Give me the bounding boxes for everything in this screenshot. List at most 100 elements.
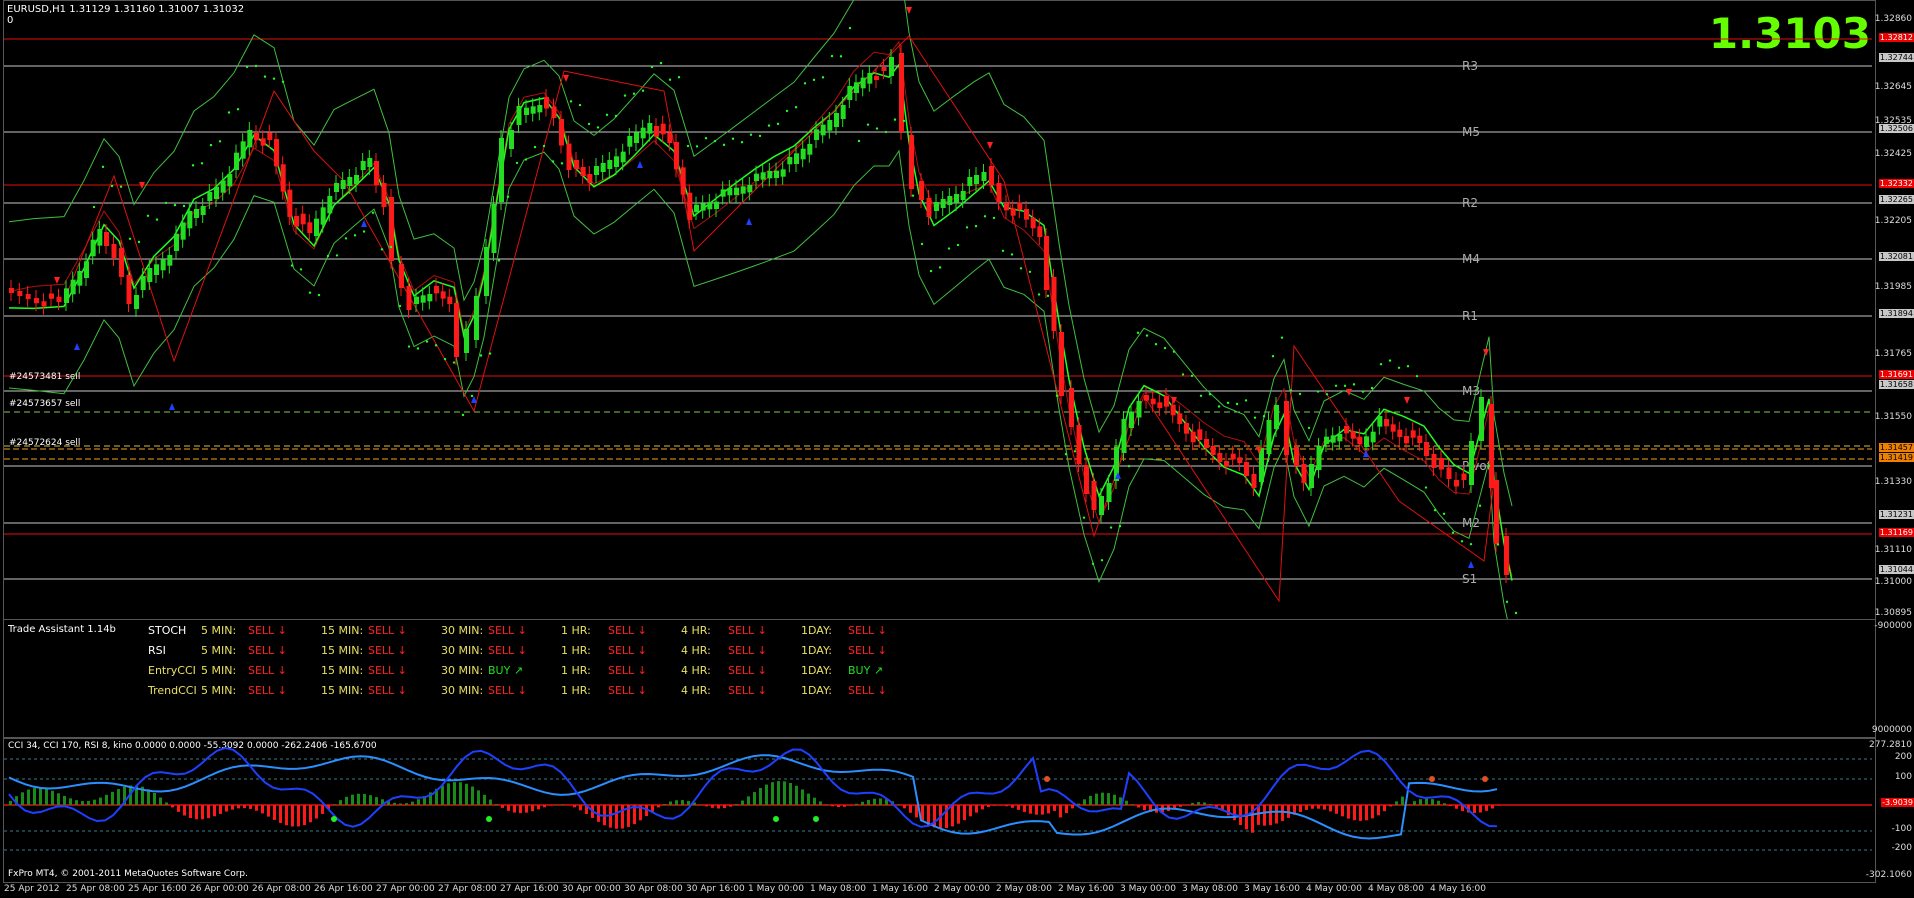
time-tick-label: 25 Apr 08:00 [66, 884, 125, 894]
ta-signal-sell: SELL ↓ [248, 684, 287, 697]
cci-histogram-bar [777, 781, 780, 805]
cci-histogram-bar [1353, 805, 1356, 821]
cci-histogram-bar [735, 804, 738, 805]
candle-body [1129, 411, 1134, 428]
candle-body [1424, 442, 1429, 456]
cci-histogram-bar [1281, 805, 1284, 821]
sar-dot [164, 201, 168, 205]
ta-signal-buy: BUY ↗ [488, 664, 524, 677]
candle-body [1479, 397, 1484, 441]
sar-dot [1478, 504, 1482, 507]
candle-body [981, 172, 987, 181]
cci-histogram-bar [537, 805, 540, 810]
sar-dot [1199, 394, 1203, 397]
cci-histogram-bar [987, 805, 990, 808]
price-tick-label: 1.31985 [1874, 282, 1912, 292]
sar-dot [1073, 450, 1077, 453]
candle-body [454, 303, 459, 357]
sar-dot [1028, 270, 1032, 274]
ta-timeframe-label: 1 HR: [561, 684, 591, 697]
price-level-marker: 1.32265 [1878, 195, 1914, 204]
cci-histogram-bar [975, 805, 978, 813]
candle-body [420, 295, 426, 303]
sar-dot [1433, 509, 1437, 512]
candle-body [1266, 420, 1272, 454]
ta-signal-sell: SELL ↓ [368, 644, 407, 657]
candle-body [294, 216, 299, 227]
candle-body [1204, 439, 1209, 448]
candle-body [334, 183, 339, 192]
cci-histogram-bar [1179, 805, 1182, 807]
ta-signal-sell: SELL ↓ [728, 644, 767, 657]
cci-histogram-bar [201, 805, 204, 820]
cci-histogram-bar [879, 798, 882, 805]
sar-dot [326, 254, 330, 258]
cci-histogram-bar [441, 785, 444, 805]
cci-histogram-bar [1443, 803, 1446, 805]
sar-dot [1172, 350, 1176, 353]
cci-histogram-bar [1107, 793, 1110, 805]
cci-histogram-bar [465, 783, 468, 805]
candle-body [227, 174, 233, 187]
cci-histogram-bar [1125, 800, 1128, 805]
price-chart-pane[interactable]: EURUSD,H1 1.31129 1.31160 1.31007 1.3103… [3, 0, 1876, 641]
order-label: #24573481 sell [9, 372, 80, 382]
sar-dot [1091, 562, 1095, 565]
cci-histogram-bar [1203, 802, 1206, 805]
candle-body [70, 279, 76, 295]
cci-histogram-bar [513, 805, 516, 813]
cci-axis: 277.2810 200 100 -100 -200 -302.1060 -3.9039 [1866, 738, 1914, 881]
candle-body [207, 192, 213, 201]
sar-dot [686, 144, 690, 148]
price-tick-label: 1.31000 [1874, 577, 1912, 587]
cci-indicator-pane[interactable]: CCI 34, CCI 170, RSI 8, kino 0.0000 0.00… [3, 738, 1876, 883]
cci-histogram-bar [1323, 805, 1326, 810]
sar-dot [173, 203, 177, 207]
candle-body [220, 180, 226, 193]
candle-body [530, 106, 536, 114]
candle-body [367, 158, 373, 167]
ta-signal-sell: SELL ↓ [368, 684, 407, 697]
ta-signal-sell: SELL ↓ [248, 644, 287, 657]
ta-signal-sell: SELL ↓ [368, 664, 407, 677]
cci-histogram-bar [933, 805, 936, 828]
candle-body [767, 171, 773, 179]
cci-histogram-bar [993, 805, 996, 806]
sar-dot [515, 161, 519, 165]
cci-histogram-bar [1095, 793, 1098, 805]
cci-histogram-bar [849, 805, 852, 806]
ta-timeframe-label: 1DAY: [801, 644, 832, 657]
sar-dot [182, 204, 186, 208]
candle-body [25, 294, 31, 299]
cci-histogram-bar [1329, 805, 1332, 812]
arrow-down-icon [1346, 389, 1352, 396]
candle-body [389, 197, 394, 261]
ta-signal-buy: BUY ↗ [848, 664, 884, 677]
candle-body [347, 177, 353, 186]
candle-body [499, 138, 504, 202]
cci-histogram-bar [171, 805, 174, 808]
candle-body [104, 232, 109, 246]
cci-histogram-bar [111, 791, 114, 805]
ta-timeframe-label: 4 HR: [681, 664, 711, 677]
sar-dot [317, 293, 321, 297]
candle-body [947, 196, 953, 205]
candle-body [1504, 536, 1509, 575]
price-level-marker: 1.31169 [1878, 528, 1914, 537]
cci-histogram-bar [195, 805, 198, 820]
sar-dot [812, 78, 816, 82]
cci-histogram-bar [1317, 805, 1320, 809]
arrow-down-icon [54, 277, 60, 284]
candle-body [967, 177, 973, 186]
pivot-label: R2 [1462, 196, 1478, 210]
cci-histogram-bar [771, 782, 774, 805]
cci-histogram-bar [183, 805, 186, 816]
ta-signal-sell: SELL ↓ [608, 644, 647, 657]
cci-histogram-bar [1341, 805, 1344, 817]
ta-signal-sell: SELL ↓ [848, 644, 887, 657]
candle-body [614, 156, 619, 167]
candle-body [1076, 425, 1082, 464]
cci-histogram-bar [549, 805, 552, 806]
candle-body [464, 329, 469, 353]
candle-body [1439, 458, 1444, 470]
